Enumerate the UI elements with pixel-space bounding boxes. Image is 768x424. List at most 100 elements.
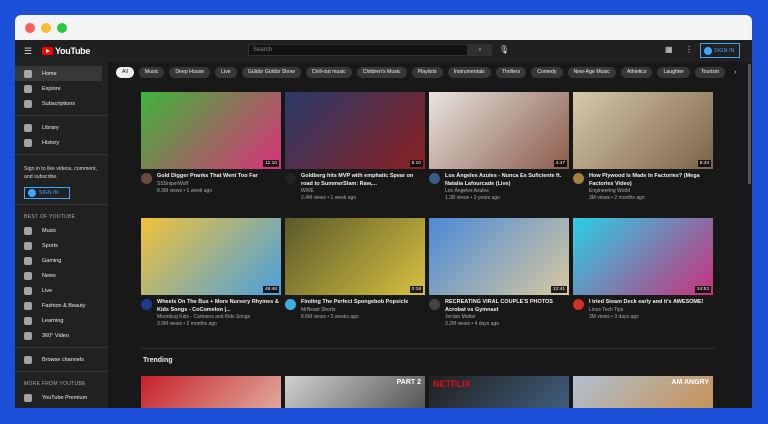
- chip-all[interactable]: All: [116, 66, 134, 78]
- video-title[interactable]: Gold Digger Pranks That Went Too Far: [157, 173, 258, 181]
- signin-prompt: Sign in to like videos, comment, and sub…: [24, 166, 97, 180]
- chip-laughter[interactable]: Laughter: [657, 66, 690, 78]
- channel-name[interactable]: Engineering World: [589, 188, 713, 195]
- chip-playlists[interactable]: Playlists: [411, 66, 443, 78]
- sidebar-item-explore[interactable]: Explore: [15, 81, 108, 96]
- channel-name[interactable]: WWE: [301, 188, 425, 195]
- video-card[interactable]: 11:10 Gold Digger Pranks That Went Too Fa…: [141, 92, 281, 202]
- channel-name[interactable]: Los Ángeles Azules: [445, 188, 569, 195]
- video-title[interactable]: How Plywood Is Made In Factories? (Mega …: [589, 173, 713, 188]
- channel-name[interactable]: MrBeast Shorts: [301, 307, 408, 314]
- sidebar-item-sports[interactable]: Sports: [15, 238, 108, 253]
- channel-avatar[interactable]: [141, 299, 152, 310]
- video-thumbnail[interactable]: 8:43: [573, 92, 713, 169]
- trending-thumbnail[interactable]: NETFLIX: [429, 376, 569, 408]
- fashion-beauty-icon: [24, 301, 32, 310]
- sidebar-item-live[interactable]: Live: [15, 405, 108, 408]
- maximize-window-button[interactable]: [57, 22, 67, 33]
- chip-tourism[interactable]: Tourism: [694, 66, 726, 78]
- microphone-icon[interactable]: 🎙: [499, 45, 509, 54]
- video-thumbnail[interactable]: 11:10: [141, 92, 281, 169]
- scrollbar[interactable]: [748, 62, 752, 408]
- channel-name[interactable]: Moonbug Kids - Cartoons and Kids Songs: [157, 314, 281, 321]
- channel-avatar[interactable]: [429, 299, 440, 310]
- sidebar-item-home[interactable]: Home: [15, 66, 102, 81]
- news-icon: [24, 271, 32, 280]
- video-card[interactable]: 4:47 Los Ángeles Azules - Nunca Es Sufici…: [429, 92, 569, 202]
- channel-avatar[interactable]: [285, 299, 296, 310]
- search-input[interactable]: Search: [248, 44, 468, 56]
- chip-new-age-music[interactable]: New-Age Music: [567, 66, 616, 78]
- search-button[interactable]: ⌕: [468, 44, 492, 56]
- video-thumbnail[interactable]: 24:53: [573, 218, 713, 295]
- trending-thumbnail[interactable]: PART 2: [285, 376, 425, 408]
- account-icon: [704, 46, 712, 55]
- youtube-logo[interactable]: YouTube: [42, 46, 90, 56]
- sign-in-button[interactable]: SIGN IN: [700, 43, 740, 58]
- channel-avatar[interactable]: [573, 173, 584, 184]
- title-bar: [15, 15, 752, 40]
- sidebar-item-news[interactable]: News: [15, 268, 108, 283]
- channel-avatar[interactable]: [285, 173, 296, 184]
- channel-avatar[interactable]: [429, 173, 440, 184]
- chip-g-ld-r-g-ld-r-show[interactable]: Güldür Güldür Show: [241, 66, 301, 78]
- video-card[interactable]: 0:18 Finding The Perfect Spongebob Popsic…: [285, 218, 425, 328]
- chip-comedy[interactable]: Comedy: [531, 66, 563, 78]
- close-window-button[interactable]: [25, 22, 35, 33]
- sidebar-item-history[interactable]: History: [15, 135, 108, 150]
- video-title[interactable]: Goldberg hits MVP with emphatic Spear on…: [301, 173, 425, 188]
- channel-name[interactable]: Jordan Matter: [445, 314, 569, 321]
- trending-thumbnail[interactable]: AM ANGRY: [573, 376, 713, 408]
- chip-athletics[interactable]: Athletics: [620, 66, 653, 78]
- chip-music[interactable]: Music: [138, 66, 165, 78]
- video-title[interactable]: I tried Steam Deck early and it's AWESOM…: [589, 299, 704, 307]
- chevron-right-icon[interactable]: ›: [734, 69, 736, 76]
- sidebar-item-browse-channels[interactable]: Browse channels: [15, 352, 108, 367]
- chip-deep-house[interactable]: Deep House: [169, 66, 211, 78]
- sidebar-item-music[interactable]: Music: [15, 223, 108, 238]
- video-thumbnail[interactable]: 0:18: [285, 218, 425, 295]
- channel-name[interactable]: SSSniperWolf: [157, 181, 258, 188]
- apps-grid-icon[interactable]: ▦: [665, 45, 673, 54]
- video-card[interactable]: 8:43 How Plywood Is Made In Factories? (M…: [573, 92, 713, 202]
- sidebar-item-subscriptions[interactable]: Subscriptions: [15, 96, 108, 111]
- hamburger-menu-icon[interactable]: ☰: [24, 46, 33, 57]
- video-meta: I tried Steam Deck early and it's AWESOM…: [573, 295, 713, 321]
- video-card[interactable]: 5:10 Goldberg hits MVP with emphatic Spea…: [285, 92, 425, 202]
- video-title[interactable]: Finding The Perfect Spongebob Popsicle: [301, 299, 408, 307]
- chip-thrillers[interactable]: Thrillers: [495, 66, 527, 78]
- chip-children-s-music[interactable]: Children's Music: [356, 66, 407, 78]
- sidebar-item-fashion-beauty[interactable]: Fashion & Beauty: [15, 298, 108, 313]
- video-title[interactable]: Los Ángeles Azules - Nunca Es Suficiente…: [445, 173, 569, 188]
- video-card[interactable]: 12:41 RECREATING VIRAL COUPLE'S PHOTOS Ac…: [429, 218, 569, 328]
- video-meta: RECREATING VIRAL COUPLE'S PHOTOS Acrobat…: [429, 295, 569, 328]
- sidebar-sign-in-button[interactable]: SIGN IN: [24, 187, 70, 199]
- video-thumbnail[interactable]: 49:46: [141, 218, 281, 295]
- sidebar-item-live[interactable]: Live: [15, 283, 108, 298]
- channel-avatar[interactable]: [141, 173, 152, 184]
- minimize-window-button[interactable]: [41, 22, 51, 33]
- sidebar-item-learning[interactable]: Learning: [15, 313, 108, 328]
- video-card[interactable]: 24:53 I tried Steam Deck early and it's A…: [573, 218, 713, 328]
- trending-thumbnail[interactable]: [141, 376, 281, 408]
- video-title[interactable]: Wheels On The Bus + More Nursery Rhymes …: [157, 299, 281, 314]
- video-card[interactable]: 49:46 Wheels On The Bus + More Nursery Rh…: [141, 218, 281, 328]
- video-text: Finding The Perfect Spongebob Popsicle Mr…: [301, 299, 408, 321]
- subscriptions-icon: [24, 99, 32, 108]
- channel-name[interactable]: Linus Tech Tips: [589, 307, 704, 314]
- scrollbar-thumb[interactable]: [748, 64, 751, 184]
- video-thumbnail[interactable]: 12:41: [429, 218, 569, 295]
- sidebar-item-youtube-premium[interactable]: YouTube Premium: [15, 390, 108, 405]
- view-count: 3.2M views • 4 days ago: [445, 321, 499, 327]
- sidebar-item-360-video[interactable]: 360° Video: [15, 328, 108, 343]
- sidebar-item-gaming[interactable]: Gaming: [15, 253, 108, 268]
- chip-chill-out-music[interactable]: Chill-out music: [305, 66, 352, 78]
- chip-instrumentals[interactable]: Instrumentals: [447, 66, 491, 78]
- video-thumbnail[interactable]: 5:10: [285, 92, 425, 169]
- chip-live[interactable]: Live: [215, 66, 237, 78]
- channel-avatar[interactable]: [573, 299, 584, 310]
- sidebar-item-library[interactable]: Library: [15, 120, 108, 135]
- video-title[interactable]: RECREATING VIRAL COUPLE'S PHOTOS Acrobat…: [445, 299, 569, 314]
- more-options-icon[interactable]: ⋮: [685, 45, 693, 54]
- video-thumbnail[interactable]: 4:47: [429, 92, 569, 169]
